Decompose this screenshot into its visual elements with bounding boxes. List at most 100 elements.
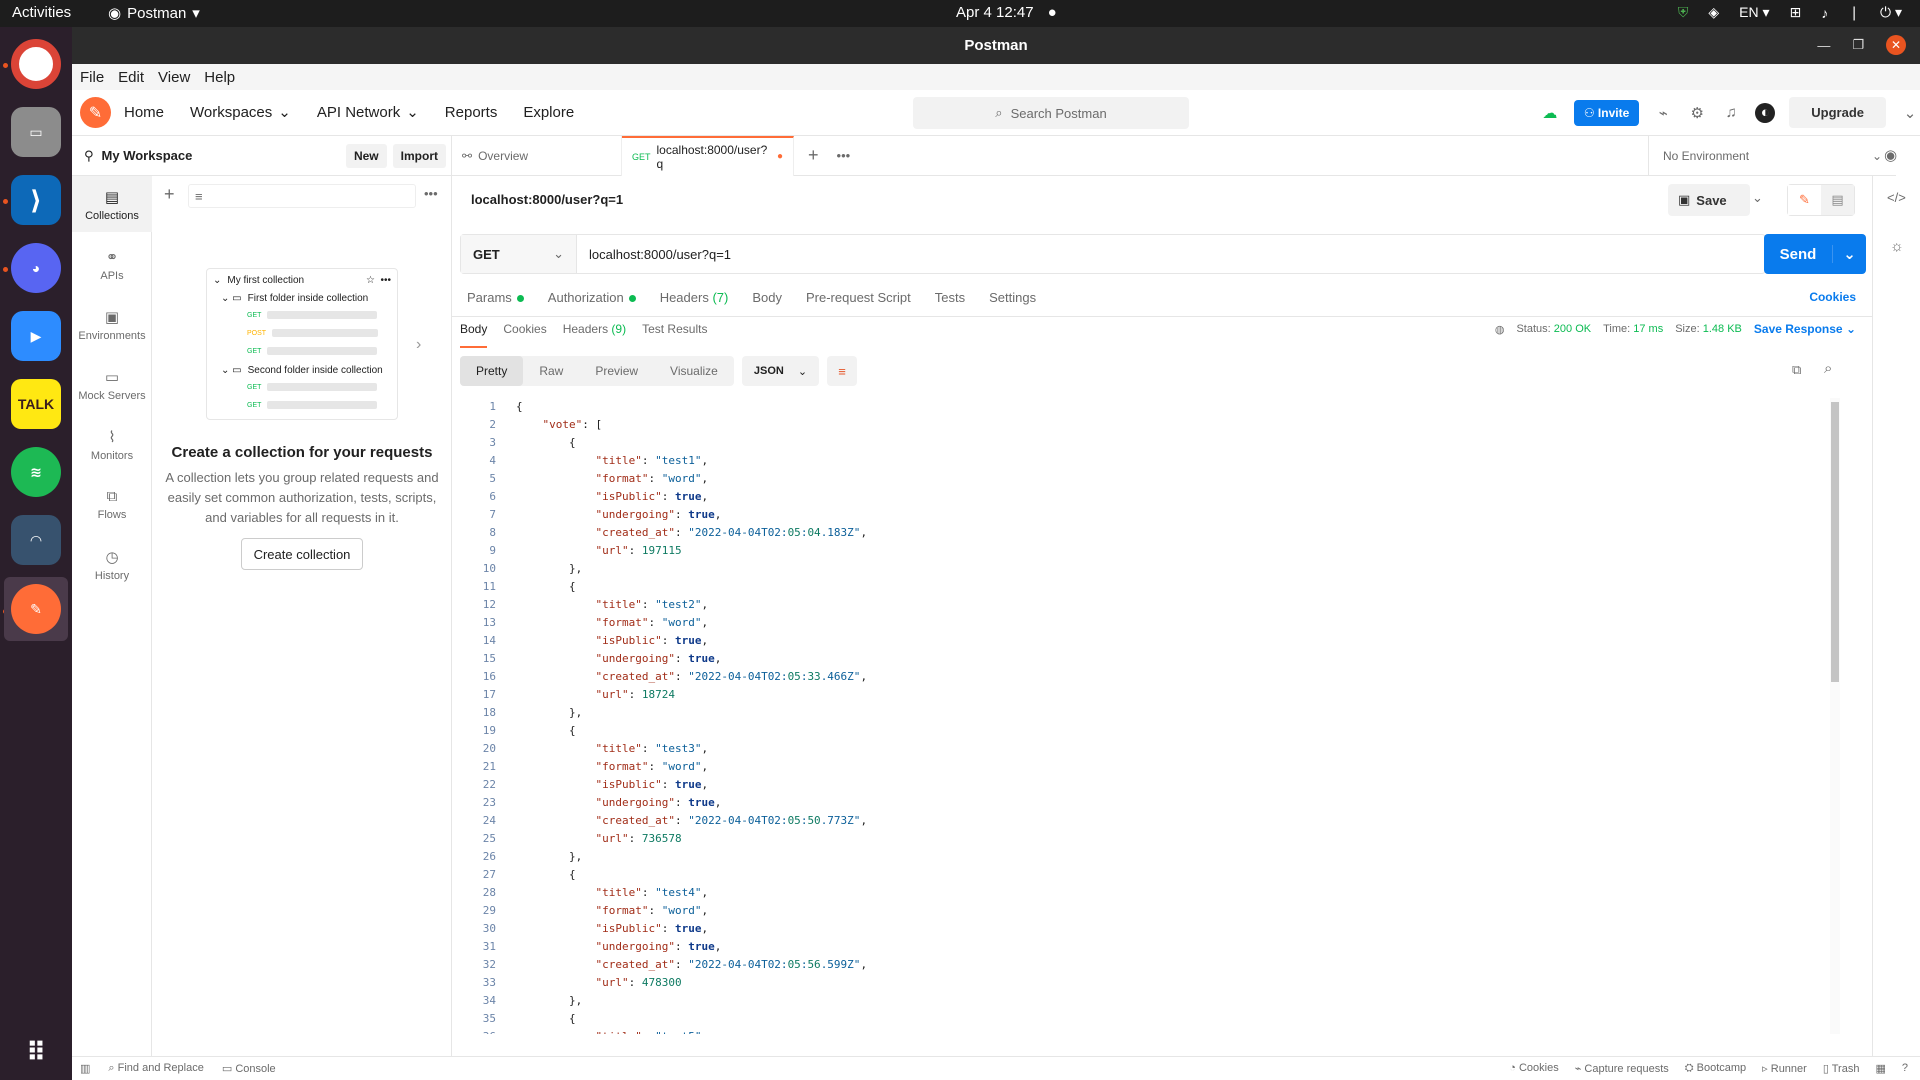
editor-scrollbar[interactable] bbox=[1830, 398, 1840, 1034]
response-tab-test-results[interactable]: Test Results bbox=[642, 322, 707, 348]
close-icon[interactable]: ✕ bbox=[1886, 35, 1906, 55]
view-pretty[interactable]: Pretty bbox=[460, 356, 524, 386]
language-indicator[interactable]: EN ▾ bbox=[1739, 4, 1769, 21]
sidebar-item-mock-servers[interactable]: ▭ Mock Servers bbox=[72, 368, 152, 402]
system-tray[interactable]: ⛨ ◈ EN ▾ ⊞ ♪ ❘ ⏻ ▾ bbox=[1678, 4, 1902, 21]
copy-icon[interactable]: ⧉ bbox=[1792, 362, 1801, 378]
add-icon[interactable]: + bbox=[164, 184, 175, 205]
nav-home[interactable]: Home bbox=[124, 103, 164, 121]
avatar[interactable]: ◐ bbox=[1755, 102, 1776, 123]
app-menu[interactable]: ◉ Postman ▾ bbox=[108, 4, 200, 23]
view-raw[interactable]: Raw bbox=[523, 356, 579, 386]
clock[interactable]: Apr 4 12:47 ● bbox=[956, 4, 1057, 21]
url-input[interactable]: localhost:8000/user?q=1 bbox=[577, 247, 731, 262]
tab-authorization[interactable]: Authorization bbox=[548, 290, 636, 305]
sidebar-item-flows[interactable]: ⧉ Flows bbox=[72, 488, 152, 521]
show-apps-icon[interactable]: ⠿ bbox=[11, 1027, 61, 1077]
zoom-icon[interactable]: ▶ bbox=[11, 311, 61, 361]
response-tab-body[interactable]: Body bbox=[460, 322, 488, 348]
view-preview[interactable]: Preview bbox=[579, 356, 654, 386]
tab-settings[interactable]: Settings bbox=[989, 290, 1036, 305]
response-tab-cookies[interactable]: Cookies bbox=[503, 322, 546, 348]
environment-quick-look-eye-icon[interactable]: ◉ bbox=[1884, 146, 1897, 164]
tab-pre-request-script[interactable]: Pre-request Script bbox=[806, 290, 911, 305]
runner-button[interactable]: ▹ Runner bbox=[1762, 1062, 1807, 1075]
response-size[interactable]: Size: 1.48 KB bbox=[1675, 323, 1742, 335]
find-replace-button[interactable]: ⌕ Find and Replace bbox=[108, 1062, 203, 1075]
mysql-icon[interactable]: ◠ bbox=[11, 515, 61, 565]
tab-tests[interactable]: Tests bbox=[935, 290, 965, 305]
sidebar-item-monitors[interactable]: ⌇ Monitors bbox=[72, 428, 152, 462]
import-button[interactable]: Import bbox=[392, 144, 446, 168]
filter-input[interactable]: ≡ bbox=[188, 184, 416, 208]
postman-logo-icon[interactable]: ✎ bbox=[80, 97, 111, 128]
tab-params[interactable]: Params bbox=[467, 290, 524, 305]
request-title[interactable]: localhost:8000/user?q=1 bbox=[471, 192, 623, 207]
tab-headers[interactable]: Headers (7) bbox=[660, 290, 729, 305]
sidebar-item-environments[interactable]: ▣ Environments bbox=[72, 308, 152, 342]
console-button[interactable]: ▭ Console bbox=[222, 1062, 276, 1075]
postman-dock-icon[interactable]: ✎ bbox=[11, 584, 61, 634]
toggle-sidebar-icon[interactable]: ▥ bbox=[80, 1062, 90, 1075]
discord-icon[interactable]: ◕ bbox=[11, 243, 61, 293]
edit-pencil-icon[interactable]: ✎ bbox=[1788, 185, 1821, 215]
search-response-icon[interactable]: ⌕ bbox=[1824, 360, 1832, 377]
method-select[interactable]: GET ⌄ bbox=[461, 235, 577, 273]
sidebar-item-history[interactable]: ◷ History bbox=[72, 548, 152, 582]
environment-selector[interactable]: No Environment ⌄ bbox=[1648, 136, 1896, 176]
send-button[interactable]: Send ⌄ bbox=[1764, 234, 1866, 274]
comments-icon[interactable]: ▤ bbox=[1821, 185, 1854, 215]
workspace-name[interactable]: ⚲ My Workspace bbox=[84, 148, 192, 164]
notifications-bell-icon[interactable]: ♫ bbox=[1721, 103, 1741, 123]
nav-explore[interactable]: Explore bbox=[523, 103, 574, 121]
menu-help[interactable]: Help bbox=[204, 69, 235, 86]
response-tab-headers[interactable]: Headers (9) bbox=[563, 322, 626, 348]
response-time[interactable]: Time: 17 ms bbox=[1603, 323, 1663, 335]
tab-active-request[interactable]: GET localhost:8000/user?q ● bbox=[622, 135, 794, 176]
help-icon[interactable]: ? bbox=[1902, 1062, 1908, 1075]
invite-button[interactable]: ⚇ Invite bbox=[1573, 99, 1640, 126]
upgrade-button[interactable]: Upgrade bbox=[1789, 97, 1886, 128]
save-options-chevron-icon[interactable]: ⌄ bbox=[1752, 190, 1763, 206]
kakaotalk-icon[interactable]: TALK bbox=[11, 379, 61, 429]
response-status[interactable]: Status: 200 OK bbox=[1516, 323, 1591, 335]
code-snippet-icon[interactable]: </> bbox=[1887, 190, 1906, 205]
response-body-editor[interactable]: 1{2 "vote": [3 {4 "title": "test1", 5 "fo… bbox=[452, 398, 1842, 1034]
menu-view[interactable]: View bbox=[158, 69, 190, 86]
settings-gear-icon[interactable]: ⚙ bbox=[1687, 103, 1707, 123]
save-response-button[interactable]: Save Response ⌄ bbox=[1754, 322, 1856, 336]
chevron-right-icon[interactable]: › bbox=[416, 336, 421, 354]
satellite-icon[interactable]: ⌁ bbox=[1653, 103, 1673, 123]
new-button[interactable]: New bbox=[345, 144, 387, 168]
vscode-icon[interactable]: ⟩ bbox=[11, 175, 61, 225]
bootcamp-button[interactable]: ⛭ Bootcamp bbox=[1685, 1062, 1746, 1075]
activities-button[interactable]: Activities bbox=[12, 4, 71, 21]
minimize-icon[interactable]: — bbox=[1817, 38, 1830, 53]
save-button[interactable]: ▣ Save bbox=[1668, 184, 1750, 216]
nav-workspaces[interactable]: Workspaces ⌄ bbox=[190, 103, 291, 122]
format-select[interactable]: JSON ⌄ bbox=[741, 356, 820, 386]
tabs-more-icon[interactable]: ••• bbox=[833, 148, 855, 163]
new-tab-plus-icon[interactable]: + bbox=[794, 145, 833, 166]
footer-cookies-button[interactable]: ◔ Cookies bbox=[1509, 1062, 1558, 1075]
sidebar-item-apis[interactable]: ⚭ APIs bbox=[72, 248, 152, 282]
tab-overview[interactable]: ⚯ Overview bbox=[452, 135, 622, 176]
cookies-link[interactable]: Cookies bbox=[1809, 290, 1856, 304]
trash-button[interactable]: ▯ Trash bbox=[1823, 1062, 1860, 1075]
tab-body[interactable]: Body bbox=[752, 290, 782, 305]
spotify-icon[interactable]: ≋ bbox=[11, 447, 61, 497]
globe-icon[interactable]: ◍ bbox=[1495, 323, 1505, 336]
nav-api-network[interactable]: API Network ⌄ bbox=[317, 103, 419, 122]
search-input[interactable]: ⌕ Search Postman bbox=[913, 97, 1189, 129]
sidebar-item-collections[interactable]: ▤ Collections bbox=[72, 176, 152, 232]
lightbulb-icon[interactable]: ☼ bbox=[1890, 238, 1904, 255]
upgrade-chevron-icon[interactable]: ⌄ bbox=[1900, 103, 1920, 123]
files-icon[interactable]: ▭ bbox=[11, 107, 61, 157]
sync-status-icon[interactable]: ☁ bbox=[1540, 103, 1560, 123]
maximize-icon[interactable]: ❐ bbox=[1852, 37, 1864, 53]
chrome-icon[interactable] bbox=[11, 39, 61, 89]
view-visualize[interactable]: Visualize bbox=[654, 356, 734, 386]
capture-requests-button[interactable]: ⌁ Capture requests bbox=[1575, 1062, 1669, 1075]
nav-reports[interactable]: Reports bbox=[445, 103, 498, 121]
more-options-icon[interactable]: ••• bbox=[424, 186, 438, 201]
